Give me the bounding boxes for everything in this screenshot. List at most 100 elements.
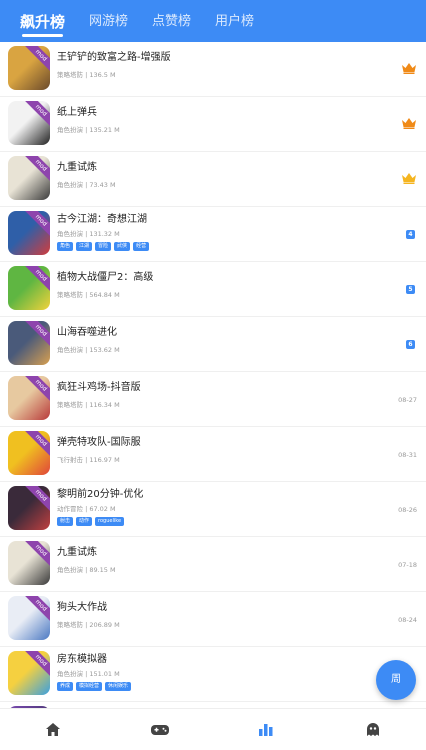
category-tag[interactable]: 冒险 xyxy=(95,242,112,251)
mod-badge: mod xyxy=(23,321,50,348)
nav-games[interactable] xyxy=(107,724,214,736)
game-row[interactable]: mod 王铲铲的致富之路-增强版 策略塔防 | 136.5 M xyxy=(0,42,426,97)
game-meta: 策略塔防 | 206.89 M xyxy=(57,621,120,629)
game-title: 九重试炼 xyxy=(57,547,97,558)
update-date: 08-26 xyxy=(398,506,417,514)
game-ranking-list: mod 王铲铲的致富之路-增强版 策略塔防 | 136.5 M mod 纸上弹兵角色扮演… xyxy=(0,42,426,708)
mod-badge: mod xyxy=(23,211,50,238)
category-tag[interactable]: 武侠 xyxy=(114,242,131,251)
game-icon-image: mod xyxy=(8,376,50,420)
game-info: 山海吞噬进化 角色扮演 | 153.62 M xyxy=(57,326,386,355)
mod-badge: mod xyxy=(23,156,50,183)
category-tag[interactable]: 养成 xyxy=(57,682,74,691)
game-title: 山海吞噬进化 xyxy=(57,327,117,338)
game-row[interactable]: mod 房东模拟器 角色扮演 | 151.01 M 养成 模拟经营 休闲娱乐 xyxy=(0,647,426,702)
game-title: 弹壳特攻队-国际服 xyxy=(57,437,141,448)
update-date: 08-27 xyxy=(398,396,417,404)
game-row[interactable]: mod 纸上弹兵角色扮演 | 135.21 M xyxy=(0,97,426,152)
crown-icon xyxy=(402,173,416,184)
category-tag[interactable]: 动作 xyxy=(76,517,93,526)
top-tab-bar: 飙升榜 网游榜 点赞榜 用户榜 xyxy=(0,0,426,42)
game-info: 狗头大作战策略塔防 | 206.89 M xyxy=(57,601,386,630)
game-meta: 角色扮演 | 131.32 M xyxy=(57,230,120,238)
game-meta: 角色扮演 | 153.62 M xyxy=(57,346,120,354)
tag-list: 角色 江湖 冒险 武侠 经营 xyxy=(57,242,386,251)
week-filter-button[interactable]: 周 xyxy=(376,660,416,700)
tag-list: 养成 模拟经营 休闲娱乐 xyxy=(57,682,386,691)
game-info: 植物大战僵尸2：高级 策略塔防 | 564.84 M xyxy=(57,271,386,300)
category-tag[interactable]: 江湖 xyxy=(76,242,93,251)
game-info: 黎明前20分钟-优化 动作冒险 | 67.02 M 射击 动作 roguelike xyxy=(57,488,386,526)
game-row[interactable]: mod 植物大战僵尸2：高级 策略塔防 | 564.84 M 5 xyxy=(0,262,426,317)
category-tag[interactable]: 休闲娱乐 xyxy=(105,682,132,691)
rank-number-badge: 6 xyxy=(406,340,415,349)
game-row[interactable]: mod 九重试炼角色扮演 | 73.43 M xyxy=(0,152,426,207)
game-meta: 策略塔防 | 564.84 M xyxy=(57,291,120,299)
gamepad-icon xyxy=(150,724,169,735)
game-icon-image: mod xyxy=(8,321,50,365)
tab-most-liked[interactable]: 点赞榜 xyxy=(152,0,191,42)
tab-soaring[interactable]: 飙升榜 xyxy=(20,0,65,42)
category-tag[interactable]: 角色 xyxy=(57,242,74,251)
ghost-icon xyxy=(366,723,379,736)
game-row[interactable]: mod 黎明前20分钟-优化 动作冒险 | 67.02 M 射击 动作 roguelike… xyxy=(0,482,426,537)
game-info: 房东模拟器 角色扮演 | 151.01 M 养成 模拟经营 休闲娱乐 xyxy=(57,653,386,691)
rank-number-badge: 5 xyxy=(406,285,415,294)
update-date: 07-18 xyxy=(398,561,417,569)
game-row[interactable]: mod 古今江湖：奇想江湖 角色扮演 | 131.32 M 角色 江湖 冒险 武侠 经营 4 xyxy=(0,207,426,262)
home-icon xyxy=(46,723,61,736)
game-row[interactable]: mod 弹壳特攻队-国际服 飞行射击 | 116.97 M 08-31 xyxy=(0,427,426,482)
tab-users[interactable]: 用户榜 xyxy=(215,0,254,42)
game-info: 九重试炼角色扮演 | 89.15 M xyxy=(57,546,386,575)
game-icon-image: mod xyxy=(8,651,50,695)
game-icon-image: mod xyxy=(8,596,50,640)
nav-ranking[interactable] xyxy=(213,723,320,736)
game-row[interactable]: mod 九重试炼 角色扮演 | 89.15 M 07-18 xyxy=(0,537,426,592)
game-icon-image: mod xyxy=(8,101,50,145)
game-row[interactable]: mod 山海吞噬进化 角色扮演 | 153.62 M 6 xyxy=(0,317,426,372)
mod-badge: mod xyxy=(23,376,50,403)
game-meta: 飞行射击 | 116.97 M xyxy=(57,456,120,464)
game-info: 弹壳特攻队-国际服 飞行射击 | 116.97 M xyxy=(57,436,386,465)
crown-icon xyxy=(402,118,416,129)
game-info: 九重试炼角色扮演 | 73.43 M xyxy=(57,161,386,190)
game-info: 纸上弹兵角色扮演 | 135.21 M xyxy=(57,106,386,135)
category-tag[interactable]: 模拟经营 xyxy=(76,682,103,691)
ranking-icon xyxy=(259,723,273,736)
game-meta: 角色扮演 | 135.21 M xyxy=(57,126,120,134)
category-tag[interactable]: 射击 xyxy=(57,517,74,526)
tag-list: 射击 动作 roguelike xyxy=(57,517,386,526)
mod-badge: mod xyxy=(23,596,50,623)
game-icon-image: mod xyxy=(8,46,50,90)
game-title: 狗头大作战 xyxy=(57,602,107,613)
game-info: 疯狂斗鸡场-抖音版 策略塔防 | 116.34 M xyxy=(57,381,386,410)
game-meta: 角色扮演 | 89.15 M xyxy=(57,566,116,574)
bottom-navigation xyxy=(0,708,426,750)
crown-icon xyxy=(402,63,416,74)
game-title: 古今江湖：奇想江湖 xyxy=(57,214,147,225)
category-tag[interactable]: 经营 xyxy=(133,242,150,251)
nav-profile[interactable] xyxy=(320,723,426,736)
nav-home[interactable] xyxy=(0,723,107,736)
game-title: 黎明前20分钟-优化 xyxy=(57,489,144,500)
game-title: 王铲铲的致富之路-增强版 xyxy=(57,52,171,63)
tab-online-games[interactable]: 网游榜 xyxy=(89,0,128,42)
update-date: 08-31 xyxy=(398,451,417,459)
game-icon-image: mod xyxy=(8,431,50,475)
game-row[interactable]: mod 疯狂斗鸡场-抖音版 策略塔防 | 116.34 M 08-27 xyxy=(0,372,426,427)
game-title: 纸上弹兵 xyxy=(57,107,97,118)
game-info: 王铲铲的致富之路-增强版 策略塔防 | 136.5 M xyxy=(57,51,386,80)
mod-badge: mod xyxy=(23,101,50,128)
mod-badge: mod xyxy=(23,46,50,73)
game-title: 九重试炼 xyxy=(57,162,97,173)
game-meta: 策略塔防 | 116.34 M xyxy=(57,401,120,409)
mod-badge: mod xyxy=(23,486,50,513)
mod-badge: mod xyxy=(23,266,50,293)
mod-badge: mod xyxy=(23,651,50,678)
category-tag[interactable]: roguelike xyxy=(95,517,125,526)
rank-number-badge: 4 xyxy=(406,230,415,239)
update-date: 08-24 xyxy=(398,616,417,624)
game-row[interactable]: mod 狗头大作战策略塔防 | 206.89 M 08-24 xyxy=(0,592,426,647)
game-icon-image: mod xyxy=(8,156,50,200)
game-meta: 角色扮演 | 73.43 M xyxy=(57,181,116,189)
